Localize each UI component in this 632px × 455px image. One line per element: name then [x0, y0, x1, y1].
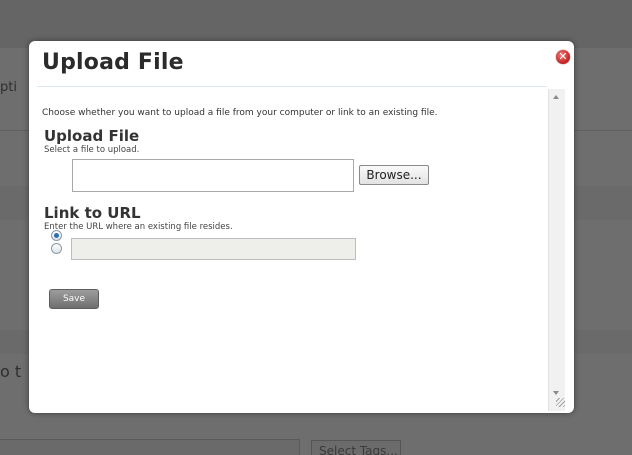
browse-button[interactable]: Browse...: [359, 165, 429, 185]
link-url-radio[interactable]: [51, 243, 62, 254]
dialog-content: Choose whether you want to upload a file…: [37, 89, 547, 409]
resize-grip-icon[interactable]: [556, 398, 565, 407]
background-heading-fragment: o t: [0, 362, 22, 381]
save-button[interactable]: Save: [49, 289, 99, 309]
title-divider: [37, 86, 547, 87]
select-tags-button: Select Tags...: [311, 440, 401, 455]
file-path-input[interactable]: [72, 159, 354, 192]
dialog-scrollbar[interactable]: [548, 89, 565, 411]
background-text-input: [0, 439, 300, 455]
scroll-down-arrow-icon[interactable]: [553, 391, 559, 395]
scroll-up-arrow-icon[interactable]: [553, 95, 559, 99]
upload-section-title: Upload File: [44, 127, 140, 145]
url-section-title: Link to URL: [44, 204, 141, 222]
dialog-title: Upload File: [42, 50, 184, 75]
background-label-fragment: pti: [0, 80, 17, 95]
upload-file-dialog: Upload File ✕ Choose whether you want to…: [29, 41, 574, 413]
upload-section-subtitle: Select a file to upload.: [44, 145, 140, 155]
url-input[interactable]: [71, 238, 356, 260]
intro-text: Choose whether you want to upload a file…: [42, 108, 438, 118]
url-section-subtitle: Enter the URL where an existing file res…: [44, 222, 233, 232]
close-icon[interactable]: ✕: [556, 50, 570, 64]
